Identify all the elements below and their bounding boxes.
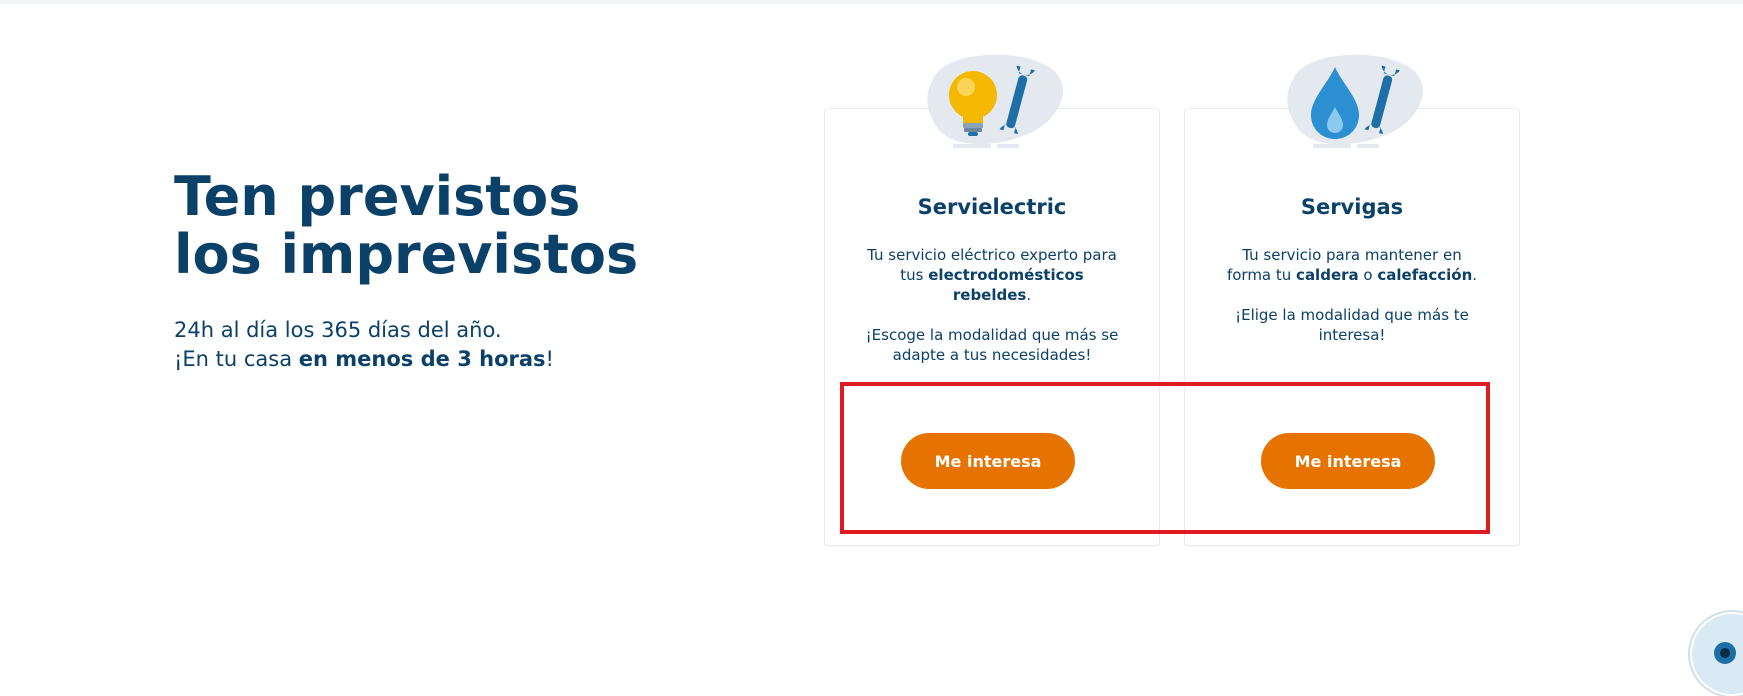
me-interesa-button-servigas[interactable]: Me interesa [1261,433,1435,489]
card-title: Servigas [1300,195,1404,219]
desc-bold: calefacción [1377,266,1473,284]
servielectric-card: Servielectric Tu servicio eléctrico expe… [824,54,1160,546]
hero-title-line1: Ten previstos [174,165,581,228]
card-desc-line2: ¡Elige la modalidad que más te interesa! [1235,306,1469,344]
card-desc-line1: Tu servicio eléctrico experto para tus e… [861,245,1123,305]
chat-assistant-icon[interactable] [1690,612,1743,696]
hero-subtitle-line2: ¡En tu casa en menos de 3 horas! [174,345,694,374]
hero-subtitle-line1: 24h al día los 365 días del año. [174,318,502,342]
hero-subtitle: 24h al día los 365 días del año. ¡En tu … [174,316,694,374]
servigas-card: Servigas Tu servicio para mantener en fo… [1184,54,1520,546]
desc-text: . [1026,286,1032,304]
card-desc-line1: Tu servicio para mantener en forma tu ca… [1221,245,1483,285]
hero-section: Ten previstos los imprevistos 24h al día… [174,168,694,374]
hero-title-line2: los imprevistos [174,223,639,286]
assistant-eye-icon [1714,642,1736,664]
hero-title: Ten previstos los imprevistos [174,168,694,284]
hero-sub-pre: ¡En tu casa [174,347,299,371]
lightbulb-wrench-icon [913,49,1073,159]
card-title: Servielectric [917,195,1067,219]
me-interesa-button-servielectric[interactable]: Me interesa [901,433,1075,489]
hero-sub-post: ! [545,347,554,371]
desc-bold: caldera [1296,266,1359,284]
desc-text: o [1358,266,1378,284]
top-divider [0,0,1743,4]
card-description: Tu servicio eléctrico experto para tus e… [861,245,1123,365]
desc-text: . [1472,266,1478,284]
card-description: Tu servicio para mantener en forma tu ca… [1221,245,1483,345]
card-desc-line2: ¡Escoge la modalidad que más se adapte a… [865,326,1119,364]
desc-bold: electrodomésticos rebeldes [928,266,1084,304]
hero-sub-bold: en menos de 3 horas [298,347,546,371]
gas-drop-wrench-icon [1273,49,1433,159]
